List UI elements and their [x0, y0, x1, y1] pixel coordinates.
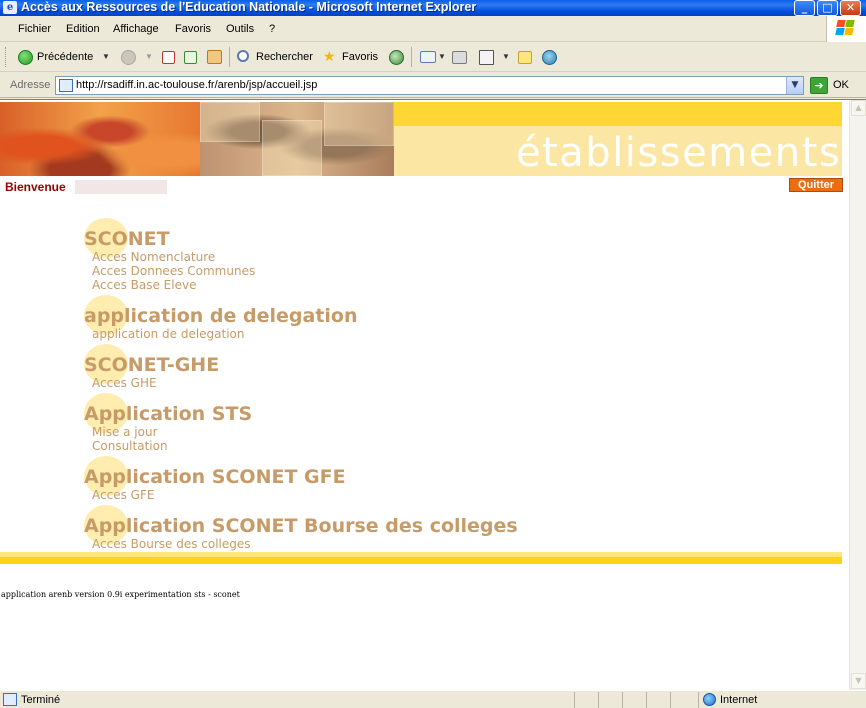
search-icon[interactable]	[237, 50, 249, 62]
status-cell	[646, 692, 670, 708]
banner-photo-people	[200, 102, 394, 176]
link-consultation[interactable]: Consultation	[92, 439, 252, 453]
forward-arrow-icon[interactable]	[121, 50, 136, 65]
go-button[interactable]: ➔ OK	[810, 76, 862, 95]
status-cell	[670, 692, 696, 708]
footer-version-text: application arenb version 0.9i experimen…	[1, 590, 240, 599]
status-cell	[598, 692, 622, 708]
go-arrow-icon[interactable]: ➔	[810, 77, 828, 94]
internet-globe-icon	[703, 693, 716, 706]
address-input[interactable]: http://rsadiff.in.ac-toulouse.fr/arenb/j…	[55, 76, 804, 95]
page-content: établissements Bienvenue Quitter SCONET …	[0, 99, 866, 691]
section-title: SCONET	[84, 228, 170, 250]
section-sconet-gfe: Application SCONET GFE Acces GFE	[84, 456, 346, 502]
section-sconet: SCONET Acces Nomenclature Acces Donnees …	[84, 218, 255, 292]
refresh-icon[interactable]	[184, 51, 197, 64]
minimize-button[interactable]: _	[794, 0, 815, 16]
section-delegation: application de delegation application de…	[84, 295, 358, 341]
mail-icon[interactable]	[420, 51, 436, 63]
menu-help[interactable]: ?	[269, 23, 275, 35]
banner-photo-crowd	[0, 102, 200, 176]
status-text: Terminé	[21, 694, 61, 706]
vertical-scrollbar[interactable]: ▲ ▼	[849, 100, 866, 691]
banner-brand: établissements	[516, 130, 842, 176]
print-icon[interactable]	[452, 51, 467, 64]
link-acces-base-eleve[interactable]: Acces Base Eleve	[92, 278, 255, 292]
banner-top-strip	[394, 102, 842, 126]
status-bar: Terminé Internet	[0, 690, 866, 708]
discuss-icon[interactable]	[518, 51, 532, 64]
quit-button[interactable]: Quitter	[789, 178, 843, 192]
close-button[interactable]: ✕	[840, 0, 861, 16]
welcome-username	[75, 180, 167, 194]
search-button[interactable]: Rechercher	[256, 48, 313, 66]
section-title: SCONET-GHE	[84, 354, 220, 376]
toolbar-grip	[5, 47, 8, 67]
link-mise-a-jour[interactable]: Mise a jour	[92, 425, 252, 439]
menu-favoris[interactable]: Favoris	[175, 23, 211, 35]
menu-bar: Fichier Edition Affichage Favoris Outils…	[0, 16, 866, 42]
favorites-button[interactable]: Favoris	[342, 48, 378, 66]
history-icon[interactable]	[389, 50, 404, 65]
section-title: Application SCONET Bourse des colleges	[84, 515, 518, 537]
section-application-sts: Application STS Mise a jour Consultation	[84, 393, 253, 453]
section-title: Application STS	[84, 403, 253, 425]
windows-logo	[826, 16, 866, 42]
favorites-star-icon[interactable]: ★	[323, 48, 336, 66]
ie-icon: e	[3, 1, 17, 14]
scroll-up-icon[interactable]: ▲	[851, 100, 866, 116]
link-acces-gfe[interactable]: Acces GFE	[92, 488, 346, 502]
standard-toolbar: Précédente ▼ ▼ Rechercher ★ Favoris ▼ ▼	[0, 42, 866, 72]
menu-fichier[interactable]: Fichier	[18, 23, 51, 35]
status-cell	[622, 692, 646, 708]
stop-icon[interactable]	[162, 51, 175, 64]
header-banner: établissements	[0, 102, 842, 176]
link-acces-bourse-colleges[interactable]: Acces Bourse des colleges	[92, 537, 518, 551]
home-icon[interactable]	[207, 50, 222, 64]
status-zone: Internet	[720, 694, 758, 706]
welcome-label: Bienvenue	[5, 180, 66, 194]
edit-icon[interactable]	[479, 50, 494, 65]
footer-band	[0, 552, 842, 564]
address-label: Adresse	[10, 79, 51, 91]
section-sconet-bourse: Application SCONET Bourse des colleges A…	[84, 505, 518, 551]
back-button[interactable]: Précédente	[37, 48, 93, 66]
menu-outils[interactable]: Outils	[226, 23, 254, 35]
scroll-down-icon[interactable]: ▼	[851, 673, 866, 689]
page-icon	[59, 79, 73, 92]
address-url[interactable]: http://rsadiff.in.ac-toulouse.fr/arenb/j…	[76, 79, 317, 91]
title-bar: e Accès aux Ressources de l'Education Na…	[0, 0, 866, 16]
page-done-icon	[3, 693, 17, 706]
messenger-icon[interactable]	[542, 50, 557, 65]
link-acces-donnees-communes[interactable]: Acces Donnees Communes	[92, 264, 255, 278]
section-sconet-ghe: SCONET-GHE Acces GHE	[84, 344, 220, 390]
menu-affichage[interactable]: Affichage	[113, 23, 159, 35]
maximize-button[interactable]: □	[817, 0, 838, 16]
link-application-delegation[interactable]: application de delegation	[92, 327, 358, 341]
toolbar-separator	[229, 47, 230, 67]
back-arrow-icon[interactable]	[18, 50, 33, 65]
address-bar: Adresse http://rsadiff.in.ac-toulouse.fr…	[0, 72, 866, 98]
window-title: Accès aux Ressources de l'Education Nati…	[21, 0, 477, 14]
link-acces-nomenclature[interactable]: Acces Nomenclature	[92, 250, 255, 264]
back-dropdown-icon[interactable]: ▼	[102, 48, 110, 66]
forward-dropdown-icon[interactable]: ▼	[145, 48, 153, 66]
section-title: Application SCONET GFE	[84, 466, 346, 488]
windows-flag-icon	[835, 20, 855, 37]
mail-dropdown-icon[interactable]: ▼	[438, 48, 446, 66]
go-label[interactable]: OK	[833, 79, 849, 91]
link-acces-ghe[interactable]: Acces GHE	[92, 376, 219, 390]
status-cell	[574, 692, 598, 708]
section-title: application de delegation	[84, 305, 358, 327]
address-dropdown-icon[interactable]: ▼	[786, 77, 803, 94]
edit-dropdown-icon[interactable]: ▼	[502, 48, 510, 66]
toolbar-separator	[411, 47, 412, 67]
menu-edition[interactable]: Edition	[66, 23, 100, 35]
